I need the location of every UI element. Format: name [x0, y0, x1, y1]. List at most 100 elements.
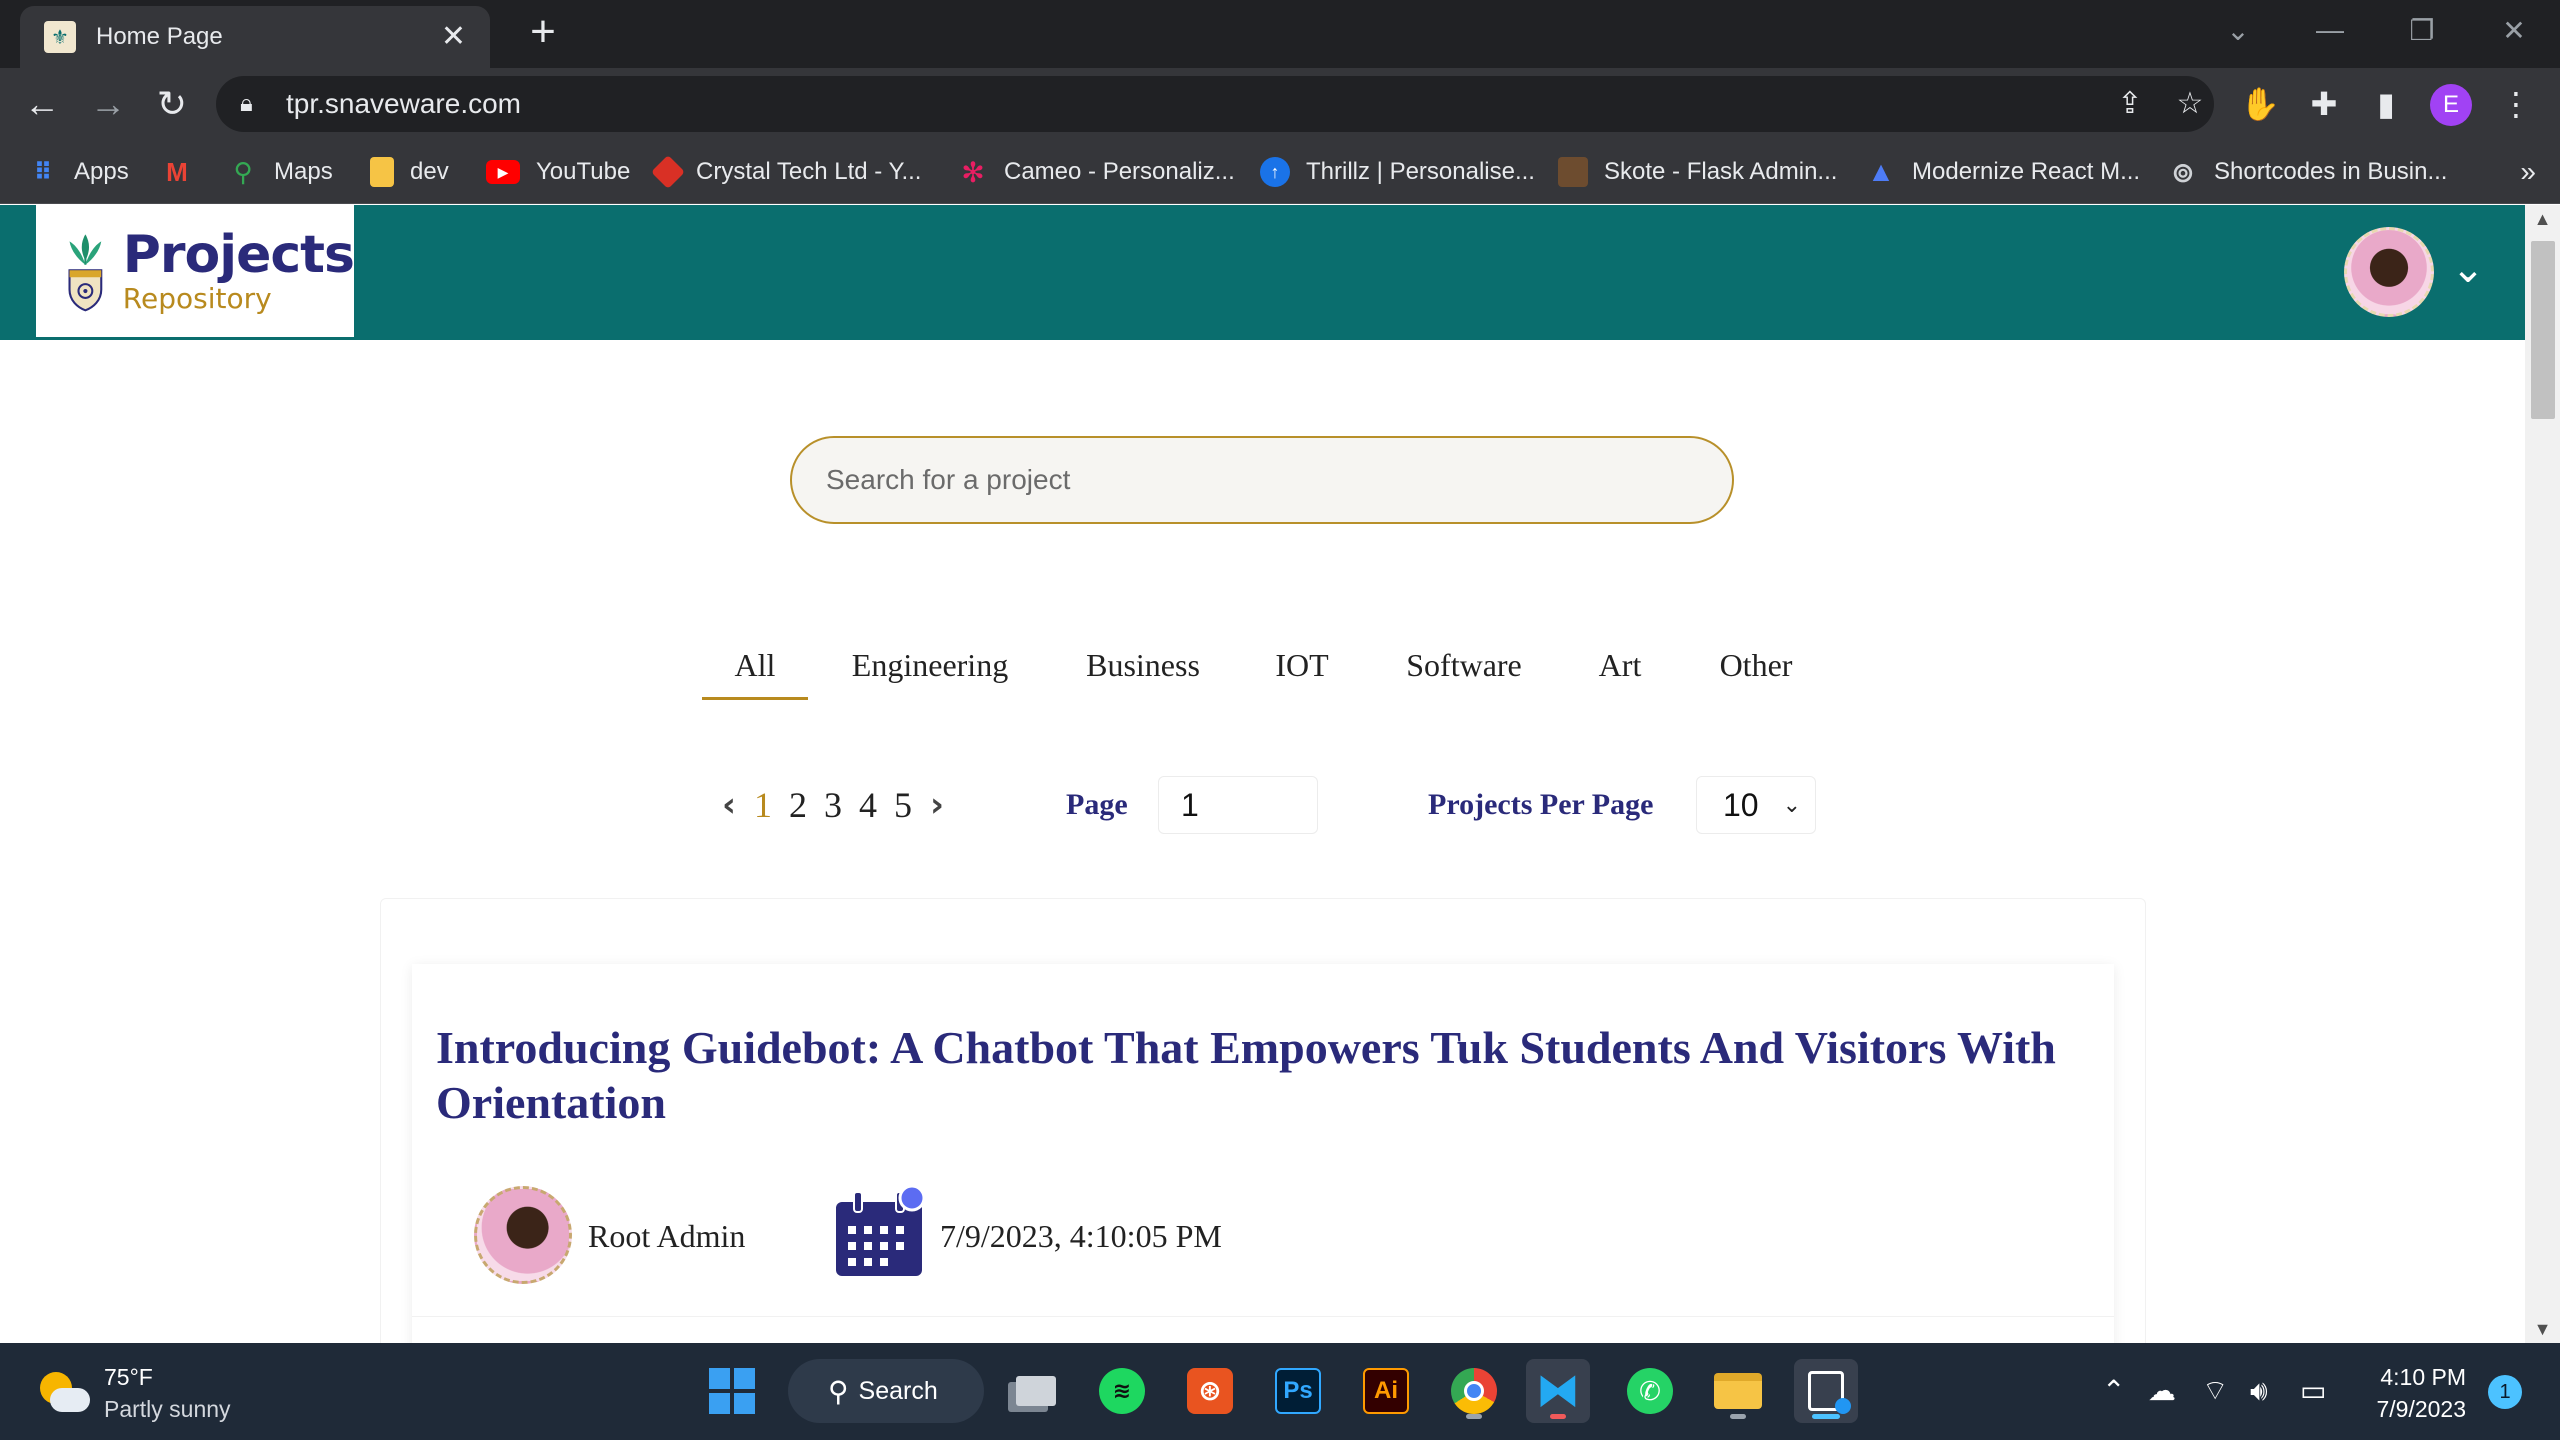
chevron-down-icon: ⌄ [1782, 792, 1801, 817]
clock-time: 4:10 PM [2380, 1364, 2466, 1390]
cameo-icon: ✻ [961, 156, 985, 188]
tab-search-dropdown-icon[interactable]: ⌄ [2192, 0, 2284, 60]
extensions-puzzle-icon[interactable]: ✚ [2302, 82, 2346, 126]
browser-tab[interactable]: ⚜ Home Page ✕ [20, 6, 490, 68]
address-bar[interactable]: 🔒︎ tpr.snaveware.com ⇪ ☆ [216, 76, 2214, 132]
gmail-icon: M [166, 156, 188, 187]
system-clock[interactable]: 4:10 PM 7/9/2023 [2356, 1361, 2466, 1425]
wifi-icon[interactable]: ⌔ [2202, 1373, 2228, 1409]
project-card[interactable]: Introducing Guidebot: A Chatbot That Emp… [412, 964, 2114, 1364]
scroll-thumb[interactable] [2531, 241, 2555, 419]
bookmark-apps[interactable]: ⠿ Apps [28, 140, 129, 204]
search-icon: ⚲ [828, 1375, 849, 1407]
profile-avatar[interactable]: E [2430, 84, 2472, 126]
weather-widget[interactable]: 75°F Partly sunny [36, 1361, 231, 1425]
author-avatar [474, 1186, 572, 1284]
page-link[interactable]: 5 [888, 782, 918, 828]
menu-kebab-icon[interactable]: ⋮ [2494, 82, 2538, 126]
youtube-icon: ▶ [486, 160, 520, 184]
logo-emblem-icon [68, 234, 103, 312]
address-url[interactable]: tpr.snaveware.com [286, 88, 521, 120]
bookmark-cameo[interactable]: ✻ Cameo - Personaliz... [958, 140, 1235, 204]
clock-date: 7/9/2023 [2376, 1396, 2466, 1422]
page-link[interactable]: 4 [853, 782, 883, 828]
windows-start-icon[interactable] [700, 1359, 764, 1423]
battery-icon[interactable]: ▭ [2300, 1373, 2326, 1409]
ubuntu-icon[interactable]: ⊛ [1178, 1359, 1242, 1423]
bookmark-thrillz[interactable]: ↑ Thrillz | Personalise... [1260, 140, 1535, 204]
minimize-window-button[interactable]: — [2284, 0, 2376, 60]
thrillz-icon: ↑ [1260, 157, 1290, 187]
bookmark-skote[interactable]: Skote - Flask Admin... [1558, 140, 1837, 204]
tab-all[interactable]: All [702, 640, 808, 700]
bookmark-folder-dev[interactable]: dev [370, 140, 449, 204]
site-header: Projects Repository ⌄ [0, 205, 2525, 340]
page-link[interactable]: 2 [783, 782, 813, 828]
task-view-icon[interactable] [1004, 1359, 1068, 1423]
taskbar-search-button[interactable]: ⚲ Search [788, 1359, 984, 1423]
project-search-input[interactable] [790, 436, 1734, 524]
project-author: Root Admin [588, 1218, 746, 1254]
bookmark-modernize[interactable]: ▲ Modernize React M... [1866, 140, 2140, 204]
tab-iot[interactable]: IOT [1262, 640, 1342, 700]
spotify-icon[interactable]: ≋ [1090, 1359, 1154, 1423]
bookmark-youtube[interactable]: ▶ YouTube [486, 140, 630, 204]
per-page-select[interactable]: 10 ⌄ [1696, 776, 1816, 834]
apps-grid-icon: ⠿ [33, 158, 53, 186]
adblock-extension-icon[interactable]: ✋ [2238, 82, 2282, 126]
chevron-up-icon[interactable]: ⌃ [2102, 1373, 2125, 1409]
illustrator-icon[interactable]: Ai [1354, 1359, 1418, 1423]
vscode-icon[interactable]: ⧓ [1526, 1359, 1590, 1423]
bookmark-crystal-tech[interactable]: Crystal Tech Ltd - Y... [651, 140, 921, 204]
snipping-tool-icon[interactable] [1794, 1359, 1858, 1423]
chevron-down-icon[interactable]: ⌄ [2444, 245, 2492, 293]
side-panel-icon[interactable]: ▮ [2364, 82, 2408, 126]
photoshop-icon[interactable]: Ps [1266, 1359, 1330, 1423]
new-tab-button[interactable]: + [520, 10, 566, 56]
page-link[interactable]: 1 [748, 782, 778, 828]
bookmarks-overflow-icon[interactable]: » [2520, 140, 2536, 204]
chrome-icon[interactable] [1442, 1359, 1506, 1423]
page-label: Page [1066, 788, 1128, 821]
file-explorer-icon[interactable] [1706, 1359, 1770, 1423]
back-arrow-icon[interactable]: ← [20, 82, 64, 126]
tab-business[interactable]: Business [1072, 640, 1214, 700]
scroll-down-arrow-icon[interactable]: ▼ [2525, 1315, 2560, 1343]
forward-arrow-icon[interactable]: → [86, 82, 130, 126]
bookmark-shortcodes[interactable]: ⊚ Shortcodes in Busin... [2168, 140, 2447, 204]
tab-other[interactable]: Other [1708, 640, 1804, 700]
chevron-right-icon[interactable]: › [922, 782, 952, 828]
page-number-input[interactable] [1158, 776, 1318, 834]
project-title[interactable]: Introducing Guidebot: A Chatbot That Emp… [436, 1020, 2076, 1130]
user-avatar[interactable] [2344, 227, 2434, 317]
scroll-up-arrow-icon[interactable]: ▲ [2525, 205, 2560, 233]
per-page-label: Projects Per Page [1428, 788, 1654, 821]
tab-close-icon[interactable]: ✕ [441, 22, 466, 52]
tab-software[interactable]: Software [1394, 640, 1534, 700]
bookmark-star-icon[interactable]: ☆ [2170, 84, 2210, 124]
site-favicon-icon: ⚜ [44, 21, 76, 53]
category-tabs: All Engineering Business IOT Software Ar… [0, 630, 2525, 710]
whatsapp-icon[interactable]: ✆ [1618, 1359, 1682, 1423]
reload-icon[interactable]: ↻ [150, 82, 194, 126]
site-logo[interactable]: Projects Repository [36, 205, 355, 337]
chevron-left-icon[interactable]: ‹ [714, 782, 744, 828]
bookmark-gmail[interactable]: M [162, 140, 208, 204]
restore-window-button[interactable]: ❐ [2376, 0, 2468, 60]
notification-badge[interactable]: 1 [2488, 1375, 2522, 1409]
weather-temp: 75°F [104, 1364, 153, 1390]
project-date: 7/9/2023, 4:10:05 PM [940, 1218, 1222, 1254]
page-link[interactable]: 3 [818, 782, 848, 828]
tab-art[interactable]: Art [1584, 640, 1656, 700]
bookmark-maps[interactable]: ⚲ Maps [228, 140, 332, 204]
browser-tab-strip: ⚜ Home Page ✕ + ⌄ — ❐ ✕ [0, 0, 2560, 68]
skote-icon [1558, 157, 1588, 187]
close-window-button[interactable]: ✕ [2468, 0, 2560, 60]
page-scrollbar[interactable]: ▲ ▼ [2525, 205, 2560, 1343]
logo-title: Projects [122, 225, 355, 285]
volume-icon[interactable]: 🔊︎ [2250, 1373, 2268, 1409]
share-icon[interactable]: ⇪ [2110, 84, 2150, 124]
crystal-tech-icon [651, 155, 685, 189]
onedrive-cloud-icon[interactable]: ☁ [2148, 1373, 2176, 1409]
tab-engineering[interactable]: Engineering [842, 640, 1018, 700]
